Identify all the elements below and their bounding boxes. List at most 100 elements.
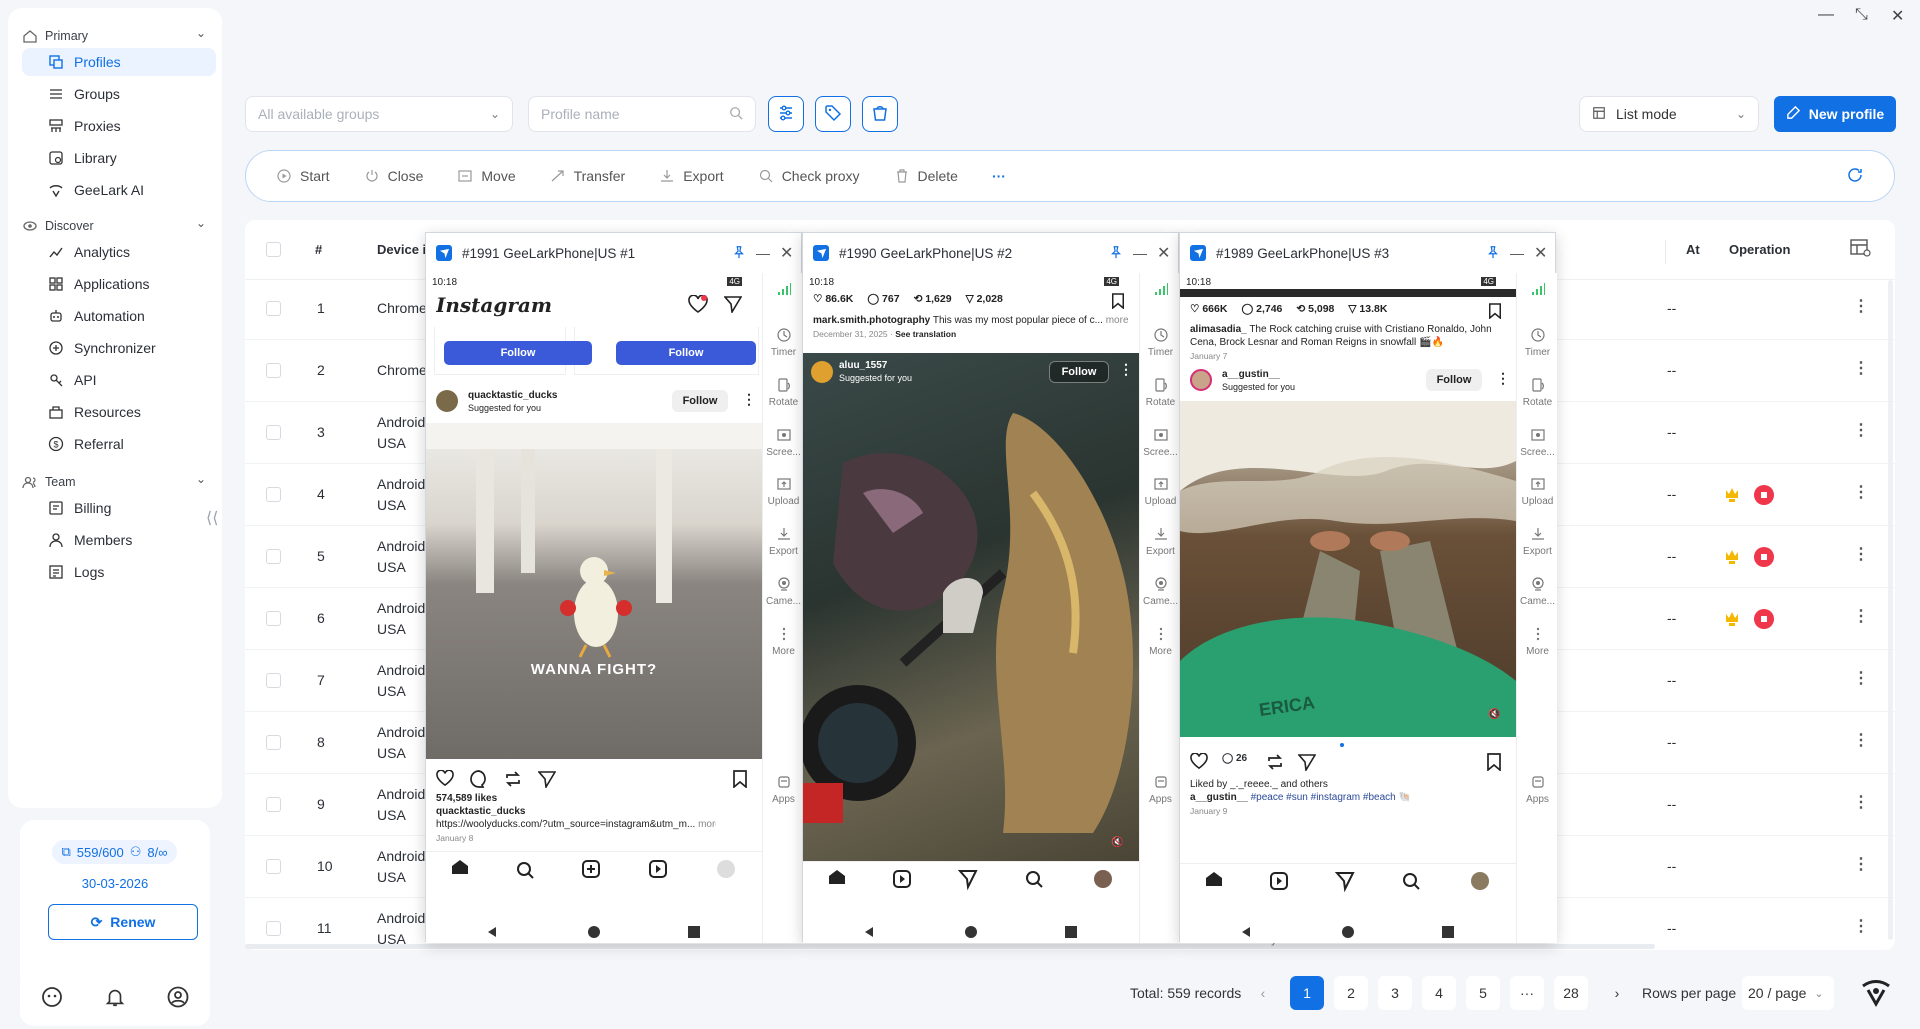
phone-screen[interactable]: 10:18 4G Instagram Follow Follow quacktas… [426,273,762,943]
phone-more-button[interactable]: More [1140,626,1181,657]
horizontal-scrollbar[interactable] [245,944,1655,949]
next-page-button[interactable]: › [1600,976,1634,1010]
phone-apps-button[interactable]: Apps [763,774,804,805]
phone-upload-button[interactable]: Upload [763,476,804,507]
account-icon[interactable] [166,985,190,1012]
repost-icon[interactable] [504,770,522,791]
phone-timer-button[interactable]: Timer [1140,327,1181,358]
phone-apps-button[interactable]: Apps [1517,774,1558,805]
move-button[interactable]: Move [457,168,516,184]
new-profile-button[interactable]: New profile [1774,96,1896,132]
mute-icon[interactable]: 🔇 [1488,709,1500,720]
pin-icon[interactable] [1109,245,1123,262]
list-mode-select[interactable]: List mode ⌄ [1579,96,1759,132]
avatar[interactable] [436,390,458,412]
profile-name-input[interactable]: Profile name [528,96,756,132]
sidebar-item-analytics[interactable]: Analytics [22,238,216,266]
phone-export-button[interactable]: Export [1140,526,1181,557]
phone-rotate-button[interactable]: Rotate [1517,377,1558,408]
more-options-icon[interactable]: ⋮ [1119,361,1133,378]
export-button[interactable]: Export [659,168,724,184]
row-checkbox[interactable] [266,611,281,626]
chevron-up-icon[interactable]: ⌄ [196,472,206,486]
avatar[interactable] [1190,369,1212,391]
phone-upload-button[interactable]: Upload [1517,476,1558,507]
crown-icon[interactable] [1723,608,1743,628]
more-actions-button[interactable]: ··· [992,168,1006,184]
phone-came-button[interactable]: Came... [1517,576,1558,607]
page-2-button[interactable]: 2 [1334,976,1368,1010]
support-icon[interactable] [40,985,64,1012]
row-checkbox[interactable] [266,921,281,936]
sidebar-item-applications[interactable]: Applications [22,270,216,298]
phone-apps-button[interactable]: Apps [1140,774,1181,805]
bucket-button[interactable] [862,96,898,132]
transfer-button[interactable]: Transfer [550,168,625,184]
post-image[interactable]: ERICA 🔇 [1180,401,1516,737]
pin-icon[interactable] [732,245,746,262]
vertical-scrollbar[interactable] [1888,280,1893,940]
follow-button[interactable]: Follow [616,341,756,365]
section-team[interactable]: Team ⌄ [22,472,212,490]
minimize-phone-icon[interactable]: — [1133,245,1147,261]
sidebar-item-api[interactable]: API [22,366,216,394]
stop-icon[interactable] [1753,484,1774,505]
collapse-sidebar-icon[interactable]: ⟨⟨ [206,508,218,528]
row-more-icon[interactable]: ⋮ [1853,482,1869,502]
comment-icon[interactable]: ◯ 26 [1222,753,1247,764]
pin-icon[interactable] [1486,245,1500,262]
avatar[interactable] [811,361,833,383]
row-more-icon[interactable]: ⋮ [1853,358,1869,378]
follow-button[interactable]: Follow [1049,361,1109,383]
section-primary[interactable]: Primary ⌄ [22,26,212,44]
row-checkbox[interactable] [266,425,281,440]
row-checkbox[interactable] [266,797,281,812]
renew-button[interactable]: ⟳ Renew [48,904,198,940]
row-checkbox[interactable] [266,673,281,688]
chevron-up-icon[interactable]: ⌄ [196,26,206,40]
sidebar-item-resources[interactable]: Resources [22,398,216,426]
bookmark-icon[interactable] [1488,303,1502,322]
post-image[interactable]: aluu_1557 Suggested for you Follow ⋮ 🔇 [803,353,1139,865]
more-options-icon[interactable]: ⋮ [742,391,756,408]
sidebar-item-logs[interactable]: Logs [22,558,216,586]
sidebar-item-proxies[interactable]: Proxies [22,112,216,140]
close-phone-icon[interactable]: ✕ [1157,243,1170,263]
row-checkbox[interactable] [266,487,281,502]
phone-timer-button[interactable]: Timer [1517,327,1558,358]
page-5-button[interactable]: 5 [1466,976,1500,1010]
row-more-icon[interactable]: ⋮ [1853,854,1869,874]
sidebar-item-groups[interactable]: Groups [22,80,216,108]
mute-icon[interactable]: 🔇 [1111,837,1123,848]
delete-button[interactable]: Delete [894,168,958,184]
phone-scree-button[interactable]: Scree... [1140,427,1181,458]
check-proxy-button[interactable]: Check proxy [758,168,860,184]
follow-button[interactable]: Follow [672,390,728,412]
minimize-phone-icon[interactable]: — [1510,245,1524,261]
phone-export-button[interactable]: Export [1517,526,1558,557]
phone-screen[interactable]: 10:18 4G ♡ 666K ◯ 2,746 ⟲ 5,098 ▽ 13.8K a… [1180,273,1516,943]
bookmark-icon[interactable] [732,770,748,791]
bookmark-icon[interactable] [1111,293,1125,312]
start-button[interactable]: Start [276,168,330,184]
geelark-logo-icon[interactable] [1860,976,1892,1011]
row-more-icon[interactable]: ⋮ [1853,792,1869,812]
like-icon[interactable] [436,769,454,789]
phone-rotate-button[interactable]: Rotate [1140,377,1181,408]
row-checkbox[interactable] [266,549,281,564]
follow-button[interactable]: Follow [444,341,592,365]
phone-timer-button[interactable]: Timer [763,327,804,358]
sidebar-item-referral[interactable]: $ Referral [22,430,216,458]
share-icon[interactable] [537,770,557,791]
follow-button[interactable]: Follow [1426,369,1482,391]
row-more-icon[interactable]: ⋮ [1853,296,1869,316]
row-checkbox[interactable] [266,859,281,874]
stop-icon[interactable] [1753,546,1774,567]
row-more-icon[interactable]: ⋮ [1853,420,1869,440]
row-more-icon[interactable]: ⋮ [1853,668,1869,688]
phone-more-button[interactable]: More [1517,626,1558,657]
phone-export-button[interactable]: Export [763,526,804,557]
filter-settings-button[interactable] [768,96,804,132]
minimize-icon[interactable]: — [1818,6,1834,24]
bookmark-icon[interactable] [1486,753,1502,774]
